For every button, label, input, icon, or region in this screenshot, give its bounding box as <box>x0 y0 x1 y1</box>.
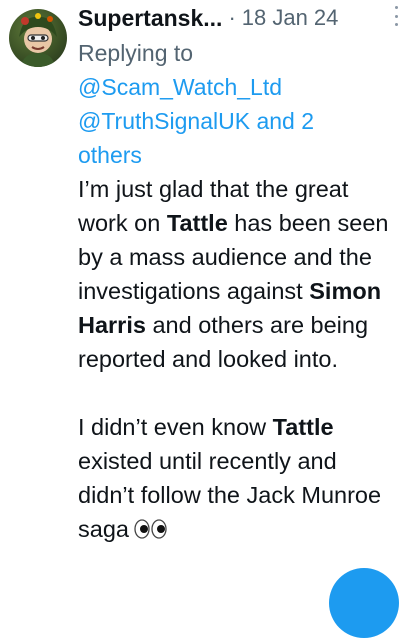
paragraph-2: I didn’t even know Tattle existed until … <box>78 410 393 548</box>
tweet-header: Supertansk... · 18 Jan 24 <box>78 2 405 34</box>
bold-text: Tattle <box>166 210 228 236</box>
bold-text: Tattle <box>272 414 334 440</box>
mention-link-scam-watch[interactable]: @Scam_Watch_Ltd <box>78 74 282 100</box>
eyes-emoji-icon <box>133 514 169 548</box>
tweet-text: I’m just glad that the great work on Tat… <box>78 172 393 548</box>
text-run: existed until recently and didn’t follow… <box>78 448 382 542</box>
separator: · <box>228 5 236 30</box>
tweet-date[interactable]: 18 Jan 24 <box>242 5 339 31</box>
paragraph-1: I’m just glad that the great work on Tat… <box>78 172 393 376</box>
more-options-icon[interactable] <box>391 6 401 26</box>
replying-to-label: Replying to <box>78 40 194 66</box>
mention-link-truthsignal[interactable]: @TruthSignalUK and 2 others <box>78 108 314 168</box>
text-run: I didn’t even know <box>78 414 273 440</box>
avatar[interactable] <box>9 9 67 67</box>
display-name[interactable]: Supertansk... <box>78 5 222 32</box>
compose-button[interactable] <box>329 568 399 638</box>
replying-to: Replying to @Scam_Watch_Ltd @TruthSignal… <box>78 36 378 172</box>
